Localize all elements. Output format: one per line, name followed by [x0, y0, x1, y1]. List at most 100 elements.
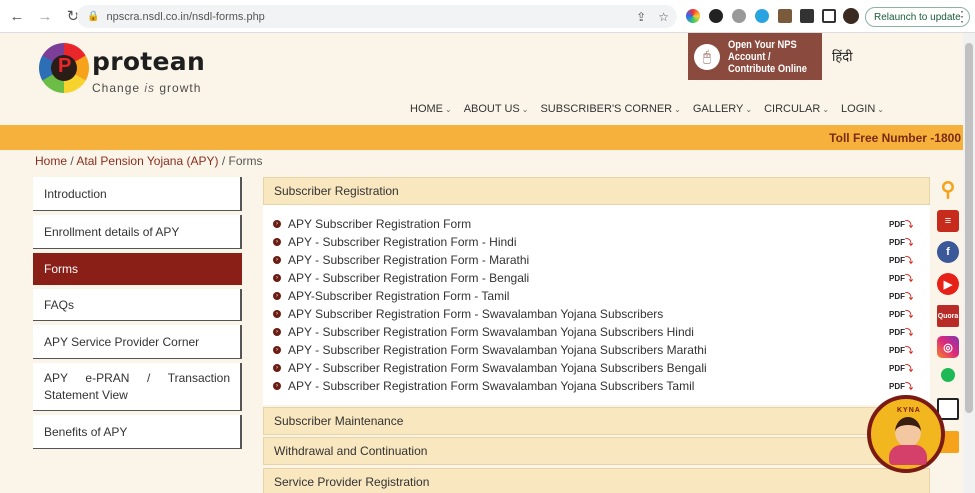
breadcrumb-apy[interactable]: Atal Pension Yojana (APY): [76, 154, 218, 168]
chevron-down-icon: ⌄: [445, 105, 452, 114]
page: P protean Change is growth 🖰 Open Your N…: [0, 33, 963, 493]
brand-name[interactable]: protean: [92, 47, 205, 76]
instagram-icon[interactable]: ◎: [937, 336, 959, 358]
form-row[interactable]: › APY - Subscriber Registration Form - Be…: [273, 269, 913, 287]
section-subscriber-registration[interactable]: Subscriber Registration: [263, 177, 930, 205]
brand-tagline: Change is growth: [92, 81, 202, 95]
lock-icon: 🔒: [87, 11, 100, 22]
extension-bug-icon[interactable]: [732, 9, 746, 23]
pdf-icon[interactable]: PDF⤵: [889, 255, 913, 266]
mouse-icon: 🖰: [694, 43, 720, 70]
breadcrumb: Home / Atal Pension Yojana (APY) / Forms: [35, 154, 263, 168]
browser-toolbar: ← → ↻ 🔒 npscra.nsdl.co.in/nsdl-forms.php…: [0, 0, 975, 33]
nav-circular[interactable]: CIRCULAR ⌄: [764, 103, 829, 115]
sidebar-item-epran-statement[interactable]: APY e-PRAN / Transaction Statement View: [33, 363, 242, 411]
facebook-icon[interactable]: f: [937, 241, 959, 263]
avatar: [895, 417, 921, 447]
chevron-right-icon: ›: [273, 220, 281, 228]
chevron-right-icon: ›: [273, 328, 281, 336]
youtube-icon[interactable]: ▶: [937, 273, 959, 295]
nav-about-us[interactable]: ABOUT US ⌄: [464, 103, 529, 115]
hindi-language-link[interactable]: हिंदी: [832, 47, 853, 65]
quora-icon[interactable]: Quora: [937, 305, 959, 327]
section-service-provider-registration[interactable]: Service Provider Registration: [263, 468, 930, 493]
search-icon[interactable]: ⚲: [937, 178, 959, 201]
profile-avatar[interactable]: [843, 8, 859, 24]
avatar-body: [889, 445, 927, 465]
chevron-down-icon: ⌄: [822, 105, 830, 114]
form-row[interactable]: › APY-Subscriber Registration Form - Tami…: [273, 287, 913, 305]
side-panel-icon[interactable]: [822, 9, 836, 23]
forward-icon[interactable]: →: [34, 5, 56, 27]
sidebar-item-benefits[interactable]: Benefits of APY: [33, 415, 242, 449]
sidebar-item-faqs[interactable]: FAQs: [33, 289, 242, 321]
chevron-right-icon: ›: [273, 292, 281, 300]
toll-free-bar: Toll Free Number -1800: [0, 125, 963, 150]
chevron-right-icon: ›: [273, 346, 281, 354]
pdf-icon[interactable]: PDF⤵: [889, 327, 913, 338]
main-nav: HOME ⌄ ABOUT US ⌄ SUBSCRIBER'S CORNER ⌄ GAL…: [410, 103, 884, 115]
pdf-icon[interactable]: PDF⤵: [889, 237, 913, 248]
pdf-icon[interactable]: PDF⤵: [889, 309, 913, 320]
bookmark-star-icon[interactable]: ☆: [658, 10, 669, 24]
pdf-icon[interactable]: PDF⤵: [889, 219, 913, 230]
kyna-chatbot-button[interactable]: KYNA: [867, 395, 945, 473]
chat-icon[interactable]: ≡: [937, 210, 959, 232]
extension-colorwheel-icon[interactable]: [686, 9, 700, 23]
chevron-down-icon: ⌄: [877, 105, 884, 114]
spotify-icon[interactable]: [941, 368, 955, 382]
browser-menu-icon[interactable]: ⋮: [955, 8, 969, 25]
pdf-icon[interactable]: PDF⤵: [889, 273, 913, 284]
chevron-right-icon: ›: [273, 274, 281, 282]
chevron-right-icon: ›: [273, 256, 281, 264]
nps-button-label: Open Your NPS Account / Contribute Onlin…: [727, 38, 807, 75]
form-row[interactable]: › APY Subscriber Registration Form PDF⤵: [273, 215, 913, 233]
form-row[interactable]: › APY - Subscriber Registration Form Swav…: [273, 341, 913, 359]
breadcrumb-current: Forms: [228, 154, 263, 168]
back-icon[interactable]: ←: [6, 5, 28, 27]
pdf-icon[interactable]: PDF⤵: [889, 345, 913, 356]
nav-gallery[interactable]: GALLERY ⌄: [693, 103, 752, 115]
address-bar[interactable]: 🔒 npscra.nsdl.co.in/nsdl-forms.php ⇪ ☆: [77, 5, 677, 28]
scrollbar-thumb[interactable]: [965, 43, 973, 413]
chevron-down-icon: ⌄: [521, 105, 529, 114]
extension-blue-icon[interactable]: [755, 9, 769, 23]
pdf-icon[interactable]: PDF⤵: [889, 381, 913, 392]
sidebar-item-forms[interactable]: Forms: [33, 253, 242, 285]
form-row[interactable]: › APY Subscriber Registration Form - Swav…: [273, 305, 913, 323]
chevron-down-icon: ⌄: [674, 105, 681, 114]
form-row[interactable]: › APY - Subscriber Registration Form Swav…: [273, 323, 913, 341]
logo-p-mark: P: [58, 55, 72, 77]
page-scrollbar[interactable]: [963, 33, 975, 493]
toll-free-number: Toll Free Number -1800: [829, 131, 961, 145]
kyna-label: KYNA: [897, 407, 921, 414]
sidebar-item-introduction[interactable]: Introduction: [33, 177, 242, 211]
nav-login[interactable]: LOGIN ⌄: [841, 103, 884, 115]
sidebar: Introduction Enrollment details of APY F…: [33, 177, 242, 453]
form-row[interactable]: › APY - Subscriber Registration Form Swav…: [273, 377, 913, 395]
form-row[interactable]: › APY - Subscriber Registration Form - Hi…: [273, 233, 913, 251]
nav-home[interactable]: HOME ⌄: [410, 103, 452, 115]
open-nps-account-button[interactable]: 🖰 Open Your NPS Account / Contribute Onl…: [688, 33, 822, 80]
pdf-icon[interactable]: PDF⤵: [889, 363, 913, 374]
chevron-down-icon: ⌄: [745, 105, 753, 114]
form-row[interactable]: › APY - Subscriber Registration Form - Ma…: [273, 251, 913, 269]
chevron-right-icon: ›: [273, 238, 281, 246]
form-row[interactable]: › APY - Subscriber Registration Form Swav…: [273, 359, 913, 377]
section-withdrawal-continuation[interactable]: Withdrawal and Continuation: [263, 437, 930, 465]
nav-subscribers-corner[interactable]: SUBSCRIBER'S CORNER ⌄: [540, 103, 680, 115]
extension-dark-icon[interactable]: [709, 9, 723, 23]
sidebar-item-service-provider-corner[interactable]: APY Service Provider Corner: [33, 325, 242, 359]
chevron-right-icon: ›: [273, 310, 281, 318]
forms-list: › APY Subscriber Registration Form PDF⤵ › A…: [263, 205, 930, 405]
extensions-puzzle-icon[interactable]: [800, 9, 814, 23]
pdf-icon[interactable]: PDF⤵: [889, 291, 913, 302]
section-subscriber-maintenance[interactable]: Subscriber Maintenance: [263, 407, 930, 435]
breadcrumb-home[interactable]: Home: [35, 154, 67, 168]
url-text: npscra.nsdl.co.in/nsdl-forms.php: [106, 10, 265, 23]
extension-tools-icon[interactable]: [778, 9, 792, 23]
chevron-right-icon: ›: [273, 382, 281, 390]
share-icon[interactable]: ⇪: [636, 10, 646, 24]
sidebar-item-enrollment-details[interactable]: Enrollment details of APY: [33, 215, 242, 249]
chevron-right-icon: ›: [273, 364, 281, 372]
